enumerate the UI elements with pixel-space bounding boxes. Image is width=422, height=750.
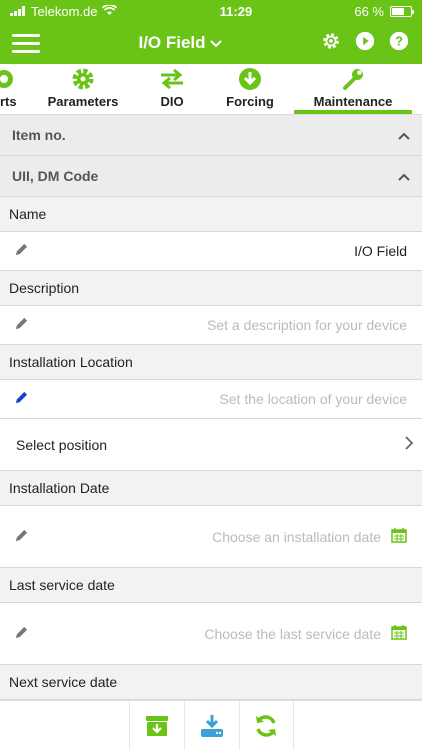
pencil-icon	[15, 317, 28, 333]
swap-arrows-icon	[161, 68, 183, 90]
description-field[interactable]: Set a description for your device	[0, 306, 422, 345]
archive-download-icon	[145, 716, 168, 736]
wifi-icon	[102, 3, 118, 19]
section-item-no[interactable]: Item no.	[0, 115, 422, 156]
clock: 11:29	[219, 3, 253, 19]
carrier-name: Telekom.de	[31, 3, 98, 19]
tab-reports[interactable]: rts	[0, 64, 28, 114]
last-service-label: Last service date	[0, 568, 422, 603]
chevron-down-icon	[209, 33, 222, 53]
name-value: I/O Field	[354, 243, 407, 259]
tab-label: rts	[0, 94, 17, 109]
tab-label: Maintenance	[313, 94, 393, 109]
gear-icon	[72, 68, 94, 90]
tab-label: Parameters	[47, 94, 119, 109]
calendar-icon[interactable]	[391, 527, 407, 546]
chevron-up-icon	[398, 127, 410, 143]
battery-percent: 66 %	[354, 3, 384, 19]
refresh-button[interactable]	[238, 701, 294, 750]
calendar-icon[interactable]	[391, 624, 407, 643]
tab-maintenance[interactable]: Maintenance	[294, 64, 412, 114]
description-placeholder: Set a description for your device	[207, 317, 407, 333]
archive-button[interactable]	[128, 701, 184, 750]
select-position-row[interactable]: Select position	[0, 419, 422, 471]
app-header: Telekom.de 11:29 66 % I/O Field ? rts Pa…	[0, 0, 422, 115]
description-label: Description	[0, 271, 422, 306]
bottom-toolbar	[0, 700, 422, 750]
svg-text:?: ?	[395, 33, 403, 48]
tab-label: Forcing	[226, 94, 274, 109]
tab-bar: rts Parameters DIO Forcing Maintenance	[0, 64, 422, 115]
maintenance-form: Item no. UII, DM Code Name I/O Field Des…	[0, 115, 422, 700]
settings-gear-icon[interactable]	[320, 30, 342, 57]
tab-parameters[interactable]: Parameters	[28, 64, 138, 114]
last-service-placeholder: Choose the last service date	[204, 625, 381, 642]
select-position-label: Select position	[16, 436, 108, 453]
location-field[interactable]: Set the location of your device	[0, 380, 422, 419]
chevron-right-icon	[405, 436, 414, 453]
section-title: Item no.	[12, 127, 66, 143]
location-label: Installation Location	[0, 345, 422, 380]
tab-dio[interactable]: DIO	[138, 64, 206, 114]
pencil-icon	[15, 529, 28, 545]
device-download-icon	[200, 715, 223, 737]
wrench-icon	[343, 69, 363, 90]
chevron-up-icon	[398, 168, 410, 184]
signal-icon	[10, 4, 26, 19]
nav-bar: I/O Field ?	[0, 22, 422, 64]
section-title: UII, DM Code	[12, 168, 99, 184]
status-bar: Telekom.de 11:29 66 %	[0, 0, 422, 22]
download-to-device-button[interactable]	[183, 701, 239, 750]
install-date-label: Installation Date	[0, 471, 422, 506]
section-uii[interactable]: UII, DM Code	[0, 156, 422, 197]
pencil-icon	[15, 626, 28, 642]
help-icon[interactable]: ?	[388, 30, 410, 57]
pencil-active-icon	[15, 391, 28, 407]
name-label: Name	[0, 197, 422, 232]
play-icon[interactable]	[354, 30, 376, 57]
location-placeholder: Set the location of your device	[219, 391, 407, 407]
page-title: I/O Field	[138, 33, 206, 52]
install-date-field[interactable]: Choose an installation date	[0, 506, 422, 568]
name-field[interactable]: I/O Field	[0, 232, 422, 271]
next-service-label: Next service date	[0, 665, 422, 700]
battery-icon	[389, 5, 414, 17]
pencil-icon	[15, 243, 28, 259]
last-service-field[interactable]: Choose the last service date	[0, 603, 422, 665]
download-circle-icon	[239, 68, 261, 90]
refresh-icon	[256, 715, 276, 737]
install-date-placeholder: Choose an installation date	[212, 528, 381, 545]
tab-forcing[interactable]: Forcing	[206, 64, 294, 114]
reports-icon	[0, 70, 13, 88]
tab-label: DIO	[160, 94, 184, 109]
device-selector[interactable]: I/O Field	[138, 33, 222, 53]
menu-icon[interactable]	[12, 33, 40, 53]
